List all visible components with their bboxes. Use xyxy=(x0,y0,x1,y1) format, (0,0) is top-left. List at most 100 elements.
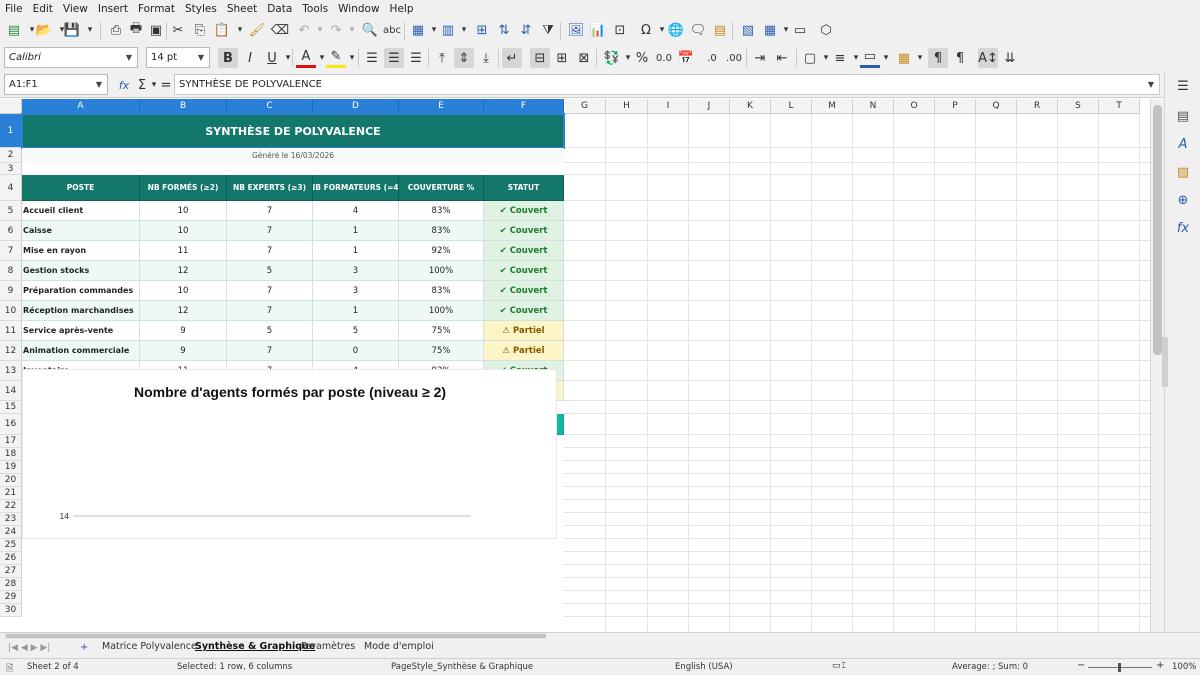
highlight-dropdown-icon[interactable]: ▾ xyxy=(342,48,362,68)
italic-icon[interactable]: I xyxy=(240,48,260,68)
pivot-table-icon[interactable]: ⊡ xyxy=(610,20,630,40)
menu-edit[interactable]: Edit xyxy=(28,3,58,15)
menu-data[interactable]: Data xyxy=(262,3,297,15)
tab-1[interactable]: Matrice Polyvalence xyxy=(102,641,197,652)
cut-icon[interactable]: ✂ xyxy=(168,20,188,40)
define-print-area-icon[interactable]: ▧ xyxy=(738,20,758,40)
sidebar-menu-icon[interactable]: ☰ xyxy=(1173,76,1193,96)
delete-decimal-icon[interactable]: .00 xyxy=(724,48,744,68)
row-header-4[interactable]: 4 xyxy=(0,175,22,201)
bar-chart[interactable]: Nombre d'agents formés par poste (niveau… xyxy=(22,369,557,539)
zoom-slider-thumb[interactable] xyxy=(1118,663,1121,672)
number-format-icon[interactable]: 0.0 xyxy=(654,48,674,68)
column-header-b[interactable]: B xyxy=(140,99,227,114)
row-header-15[interactable]: 15 xyxy=(0,401,22,414)
row-header-6[interactable]: 6 xyxy=(0,221,22,241)
align-right-icon[interactable]: ☰ xyxy=(406,48,426,68)
horizontal-scroll-thumb[interactable] xyxy=(6,634,546,638)
column-header-s[interactable]: S xyxy=(1058,99,1099,114)
column-header-t[interactable]: T xyxy=(1099,99,1140,114)
new-document-icon[interactable]: ▤ xyxy=(4,20,24,40)
row-header-28[interactable]: 28 xyxy=(0,578,22,591)
column-header-c[interactable]: C xyxy=(227,99,313,114)
column-header-n[interactable]: N xyxy=(853,99,894,114)
column-header-a[interactable]: A xyxy=(22,99,140,114)
font-name-box[interactable]: Calibri ▼ xyxy=(4,47,138,68)
header-footer-icon[interactable]: ▤ xyxy=(710,20,730,40)
underline-dropdown-icon[interactable]: ▾ xyxy=(278,48,298,68)
insert-image-icon[interactable]: 🖼 xyxy=(566,20,586,40)
functions-icon[interactable]: fx xyxy=(1173,218,1193,238)
text-direction-rtl-icon[interactable]: ¶ xyxy=(950,48,970,68)
column-header-e[interactable]: E xyxy=(399,99,484,114)
column-header-d[interactable]: D xyxy=(313,99,399,114)
menu-sheet[interactable]: Sheet xyxy=(222,3,262,15)
name-box[interactable]: A1:F1 ▼ xyxy=(4,74,108,95)
column-header-l[interactable]: L xyxy=(771,99,812,114)
align-left-icon[interactable]: ☰ xyxy=(362,48,382,68)
row-header-21[interactable]: 21 xyxy=(0,487,22,500)
merge-center-icon[interactable]: ⊟ xyxy=(530,48,550,68)
sort-descending-icon[interactable]: ⇵ xyxy=(516,20,536,40)
insert-chart-icon[interactable]: 📊 xyxy=(588,20,608,40)
paste-icon[interactable]: 📋 xyxy=(212,20,232,40)
formula-icon[interactable]: = xyxy=(156,75,176,95)
name-box-dropdown-icon[interactable]: ▼ xyxy=(91,75,107,94)
row-header-19[interactable]: 19 xyxy=(0,461,22,474)
date-format-icon[interactable]: 📅 xyxy=(676,48,696,68)
align-center-icon[interactable]: ☰ xyxy=(384,48,404,68)
row-header-5[interactable]: 5 xyxy=(0,201,22,221)
row-header-24[interactable]: 24 xyxy=(0,526,22,539)
row-header-16[interactable]: 16 xyxy=(0,414,22,435)
center-vertically-icon[interactable]: ⇕ xyxy=(454,48,474,68)
row-header-17[interactable]: 17 xyxy=(0,435,22,448)
column-header-h[interactable]: H xyxy=(606,99,648,114)
clone-formatting-icon[interactable]: 🖌 xyxy=(247,20,267,40)
autofilter-icon[interactable]: ⧩ xyxy=(538,20,558,40)
vertical-scroll-thumb[interactable] xyxy=(1153,105,1162,355)
row-header-18[interactable]: 18 xyxy=(0,448,22,461)
print-preview-icon[interactable]: ▣ xyxy=(146,20,166,40)
sheet-title[interactable]: SYNTHÈSE DE POLYVALENCE xyxy=(21,113,565,149)
conditional-dropdown-icon[interactable]: ▾ xyxy=(910,48,930,68)
tab-4[interactable]: Mode d'emploi xyxy=(364,641,434,652)
unmerge-cells-icon[interactable]: ⊠ xyxy=(574,48,594,68)
row-header-27[interactable]: 27 xyxy=(0,565,22,578)
selection-mode-icon[interactable]: ▭𝙸 xyxy=(832,661,847,671)
find-replace-icon[interactable]: 🔍 xyxy=(360,20,380,40)
hyperlink-icon[interactable]: 🌐 xyxy=(666,20,686,40)
show-draw-functions-icon[interactable]: ⬡ xyxy=(816,20,836,40)
align-bottom-icon[interactable]: ⤓ xyxy=(476,48,496,68)
merge-cells-icon[interactable]: ⊞ xyxy=(552,48,572,68)
column-dropdown-icon[interactable]: ▾ xyxy=(454,20,474,40)
autofilter-text-icon[interactable]: ⊞ xyxy=(472,20,492,40)
wrap-text-icon[interactable]: ↵ xyxy=(502,48,522,68)
row-header-13[interactable]: 13 xyxy=(0,361,22,381)
vertical-text-icon[interactable]: ⇊ xyxy=(1000,48,1020,68)
menu-window[interactable]: Window xyxy=(333,3,384,15)
menu-help[interactable]: Help xyxy=(385,3,419,15)
menu-file[interactable]: File xyxy=(0,3,28,15)
row-header-12[interactable]: 12 xyxy=(0,341,22,361)
export-pdf-icon[interactable]: ⎙ xyxy=(106,20,126,40)
print-icon[interactable]: 🖶 xyxy=(126,20,146,40)
sheet-nav-icon[interactable]: |◀ ◀ ▶ ▶| xyxy=(8,643,50,653)
column-header-m[interactable]: M xyxy=(812,99,853,114)
row-header-30[interactable]: 30 xyxy=(0,604,22,617)
save-icon[interactable]: 💾 xyxy=(62,20,82,40)
row-header-14[interactable]: 14 xyxy=(0,381,22,401)
font-size-box[interactable]: 14 pt ▼ xyxy=(146,47,210,68)
zoom-in-icon[interactable]: + xyxy=(1156,660,1164,671)
column-header-j[interactable]: J xyxy=(689,99,730,114)
tab-3[interactable]: Paramètres xyxy=(301,641,355,652)
row-header-3[interactable]: 3 xyxy=(0,163,22,175)
row-header-25[interactable]: 25 xyxy=(0,539,22,552)
decrease-indent-icon[interactable]: ⇤ xyxy=(772,48,792,68)
column-header-p[interactable]: P xyxy=(935,99,976,114)
language[interactable]: English (USA) xyxy=(675,662,733,672)
text-direction-ltr-icon[interactable]: ¶ xyxy=(928,48,948,68)
increase-indent-icon[interactable]: ⇥ xyxy=(750,48,770,68)
sort-ascending-icon[interactable]: ⇅ xyxy=(494,20,514,40)
menu-format[interactable]: Format xyxy=(133,3,180,15)
zoom-level[interactable]: 100% xyxy=(1172,662,1196,672)
